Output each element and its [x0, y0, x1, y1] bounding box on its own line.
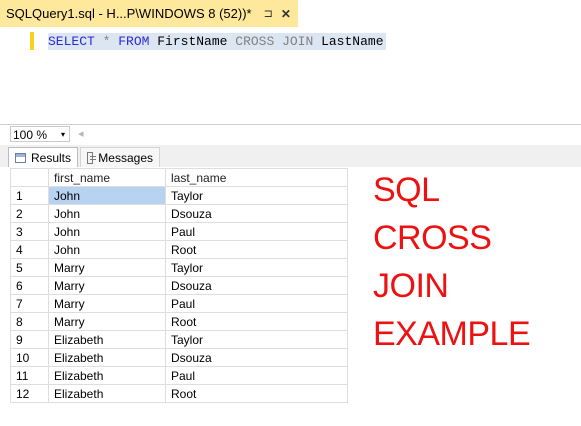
scroll-left-icon[interactable]: ◂ — [78, 127, 84, 140]
tab-results-label: Results — [30, 150, 71, 165]
pin-icon[interactable]: ⊐ — [264, 7, 273, 20]
column-header-last-name[interactable]: last_name — [165, 168, 348, 187]
cross-join-caption: SQL CROSS JOIN EXAMPLE — [373, 166, 531, 358]
row-number-cell[interactable]: 5 — [10, 258, 49, 277]
first-name-cell[interactable]: John — [48, 222, 166, 241]
sql-star: * — [94, 34, 119, 49]
last-name-cell[interactable]: Dsouza — [165, 204, 348, 223]
query-tab-title: SQLQuery1.sql - H...P\WINDOWS 8 (52))* — [6, 6, 252, 21]
caption-line: JOIN — [373, 267, 449, 305]
last-name-cell[interactable]: Root — [165, 384, 348, 403]
row-number-cell[interactable]: 1 — [10, 186, 49, 205]
last-name-cell[interactable]: Taylor — [165, 186, 348, 205]
sql-table-firstname: FirstName — [149, 34, 236, 49]
zoom-select[interactable]: 100 % ▾ — [10, 126, 70, 142]
first-name-cell[interactable]: Marry — [48, 258, 166, 277]
row-number-cell[interactable]: 10 — [10, 348, 49, 367]
table-row[interactable]: 4 John Root — [10, 240, 348, 259]
first-name-cell[interactable]: John — [48, 204, 166, 223]
grid-icon — [15, 152, 26, 163]
table-row[interactable]: 10 Elizabeth Dsouza — [10, 348, 348, 367]
caption-line: EXAMPLE — [373, 315, 531, 353]
table-row[interactable]: 12 Elizabeth Root — [10, 384, 348, 403]
first-name-cell[interactable]: Marry — [48, 294, 166, 313]
zoom-value: 100 % — [13, 128, 48, 142]
first-name-cell[interactable]: Marry — [48, 312, 166, 331]
row-number-cell[interactable]: 4 — [10, 240, 49, 259]
chevron-down-icon[interactable]: ▾ — [61, 127, 65, 143]
table-row[interactable]: 5 Marry Taylor — [10, 258, 348, 277]
last-name-cell[interactable]: Taylor — [165, 330, 348, 349]
first-name-cell[interactable]: Elizabeth — [48, 366, 166, 385]
last-name-cell[interactable]: Paul — [165, 366, 348, 385]
row-number-header[interactable] — [10, 168, 49, 187]
caption-line: SQL — [373, 171, 440, 209]
last-name-cell[interactable]: Paul — [165, 294, 348, 313]
row-number-cell[interactable]: 8 — [10, 312, 49, 331]
sql-table-lastname: LastName — [313, 34, 384, 49]
last-name-cell[interactable]: Root — [165, 312, 348, 331]
table-row[interactable]: 7 Marry Paul — [10, 294, 348, 313]
sql-keyword-select: SELECT — [48, 34, 95, 49]
first-name-cell[interactable]: John — [48, 186, 166, 205]
close-icon[interactable]: ✕ — [281, 7, 291, 21]
sql-query-line[interactable]: SELECT * FROM FirstName CROSS JOIN LastN… — [48, 33, 386, 50]
query-document-tab[interactable]: SQLQuery1.sql - H...P\WINDOWS 8 (52))* ⊐… — [0, 0, 298, 27]
tab-messages[interactable]: Messages — [80, 147, 160, 167]
result-tabs: Results Messages — [0, 145, 581, 168]
row-number-cell[interactable]: 7 — [10, 294, 49, 313]
table-header-row: first_name last_name — [10, 168, 348, 187]
last-name-cell[interactable]: Dsouza — [165, 348, 348, 367]
table-row[interactable]: 6 Marry Dsouza — [10, 276, 348, 295]
first-name-cell[interactable]: Elizabeth — [48, 384, 166, 403]
zoom-bar: 100 % ▾ ◂ — [0, 124, 581, 145]
change-marker — [30, 32, 34, 50]
table-row[interactable]: 1 John Taylor — [10, 186, 348, 205]
last-name-cell[interactable]: Dsouza — [165, 276, 348, 295]
column-header-first-name[interactable]: first_name — [48, 168, 166, 187]
first-name-cell[interactable]: Elizabeth — [48, 330, 166, 349]
last-name-cell[interactable]: Paul — [165, 222, 348, 241]
row-number-cell[interactable]: 6 — [10, 276, 49, 295]
table-row[interactable]: 9 Elizabeth Taylor — [10, 330, 348, 349]
sql-editor[interactable]: SELECT * FROM FirstName CROSS JOIN LastN… — [0, 27, 581, 124]
last-name-cell[interactable]: Root — [165, 240, 348, 259]
first-name-cell[interactable]: Elizabeth — [48, 348, 166, 367]
table-row[interactable]: 2 John Dsouza — [10, 204, 348, 223]
table-row[interactable]: 3 John Paul — [10, 222, 348, 241]
document-tab-bar: SQLQuery1.sql - H...P\WINDOWS 8 (52))* ⊐… — [0, 0, 581, 28]
results-table: first_name last_name 1 John Taylor 2 John Dso… — [10, 168, 348, 403]
tab-results[interactable]: Results — [8, 147, 78, 167]
first-name-cell[interactable]: John — [48, 240, 166, 259]
messages-icon — [87, 151, 97, 164]
row-number-cell[interactable]: 9 — [10, 330, 49, 349]
sql-keyword-from: FROM — [118, 34, 150, 49]
first-name-cell[interactable]: Marry — [48, 276, 166, 295]
sql-keyword-cross-join: CROSS JOIN — [235, 34, 314, 49]
table-row[interactable]: 11 Elizabeth Paul — [10, 366, 348, 385]
tab-messages-label: Messages — [98, 150, 153, 165]
last-name-cell[interactable]: Taylor — [165, 258, 348, 277]
row-number-cell[interactable]: 2 — [10, 204, 49, 223]
table-row[interactable]: 8 Marry Root — [10, 312, 348, 331]
row-number-cell[interactable]: 12 — [10, 384, 49, 403]
row-number-cell[interactable]: 11 — [10, 366, 49, 385]
row-number-cell[interactable]: 3 — [10, 222, 49, 241]
caption-line: CROSS — [373, 219, 492, 257]
